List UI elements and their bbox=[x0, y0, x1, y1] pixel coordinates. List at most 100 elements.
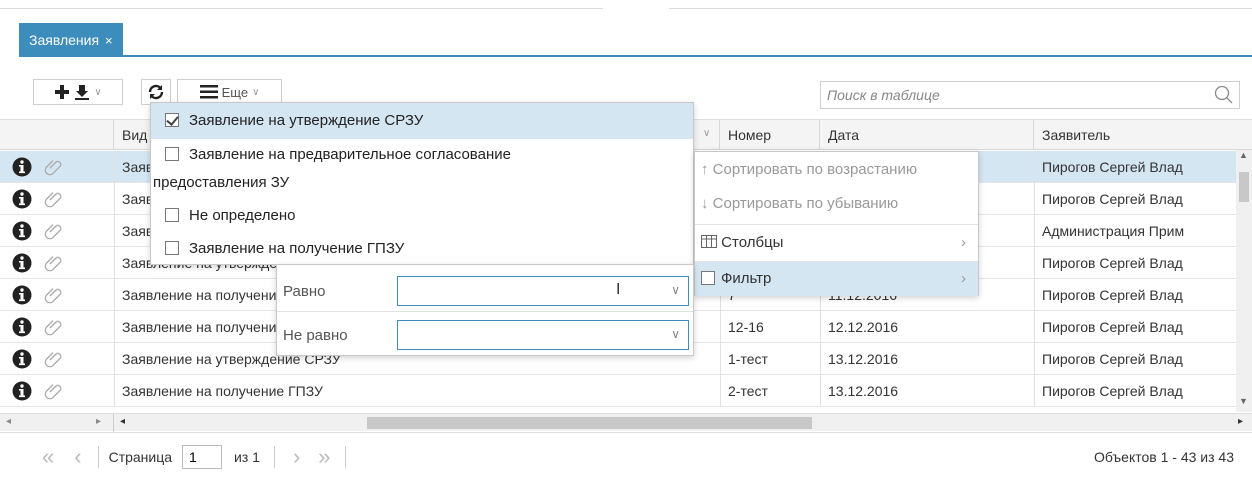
last-page-icon[interactable]: » bbox=[318, 444, 330, 470]
row-actions bbox=[0, 215, 114, 247]
paperclip-icon[interactable] bbox=[44, 253, 64, 273]
download-icon bbox=[75, 85, 90, 100]
menu-icon bbox=[199, 85, 218, 99]
paperclip-icon[interactable] bbox=[44, 221, 64, 241]
scroll-thumb[interactable] bbox=[1239, 172, 1249, 202]
filter-equals-select[interactable]: I ∨ bbox=[397, 276, 689, 306]
vertical-scrollbar[interactable]: ▲ ▼ bbox=[1236, 150, 1252, 412]
tab-bar: Заявления × bbox=[19, 23, 1252, 57]
cell-applicant: Пирогов Сергей Влад bbox=[1042, 255, 1183, 271]
value-option[interactable]: Заявление на получение ГПЗУ bbox=[151, 233, 693, 265]
next-page-icon[interactable]: › bbox=[293, 444, 300, 470]
cell-applicant: Пирогов Сергей Влад bbox=[1042, 287, 1183, 303]
info-icon[interactable] bbox=[12, 381, 32, 401]
pager-divider bbox=[344, 445, 346, 468]
checkbox-icon[interactable] bbox=[165, 241, 179, 255]
text-cursor-icon: I bbox=[616, 281, 621, 298]
arrow-up-icon: ↑ bbox=[701, 161, 709, 178]
scroll-down-icon[interactable]: ▼ bbox=[1239, 396, 1248, 406]
download-button[interactable]: ∨ bbox=[74, 84, 102, 100]
tab-applications[interactable]: Заявления × bbox=[19, 23, 123, 57]
info-icon[interactable] bbox=[12, 317, 32, 337]
columns-item[interactable]: Столбцы › bbox=[695, 225, 978, 261]
page-of-label: из 1 bbox=[234, 448, 260, 465]
sort-desc-label: Сортировать по убыванию bbox=[712, 195, 899, 212]
cell-number: 1-тест bbox=[728, 351, 768, 367]
paperclip-icon[interactable] bbox=[44, 317, 64, 337]
scroll-thumb[interactable] bbox=[367, 417, 812, 429]
checkbox-icon[interactable] bbox=[165, 208, 179, 222]
row-actions bbox=[0, 247, 114, 279]
info-icon[interactable] bbox=[12, 253, 32, 273]
paperclip-icon[interactable] bbox=[44, 285, 64, 305]
paperclip-icon[interactable] bbox=[44, 349, 64, 369]
value-option-label-cont: предоставления ЗУ bbox=[153, 174, 290, 191]
toolbar-add-group: ∨ bbox=[33, 79, 123, 105]
search-input[interactable] bbox=[821, 87, 1209, 103]
chevron-right-icon: › bbox=[961, 270, 966, 287]
chevron-down-icon: ∨ bbox=[252, 86, 260, 98]
search-icon[interactable] bbox=[1209, 85, 1239, 105]
table-search bbox=[820, 81, 1240, 109]
page-label: Страница bbox=[108, 448, 173, 465]
prev-page-icon[interactable]: ‹ bbox=[74, 444, 81, 470]
filter-equals-label: Равно bbox=[283, 283, 326, 300]
row-actions bbox=[0, 279, 114, 311]
cell-applicant: Пирогов Сергей Влад bbox=[1042, 351, 1183, 367]
info-icon[interactable] bbox=[12, 157, 32, 177]
header-number[interactable]: Номер bbox=[720, 120, 820, 150]
cell-applicant: Пирогов Сергей Влад bbox=[1042, 319, 1183, 335]
chevron-down-icon[interactable]: ∨ bbox=[703, 128, 710, 139]
cell-number: 2-тест bbox=[728, 383, 768, 399]
scroll-left-icon[interactable]: ◂ bbox=[120, 416, 125, 427]
cell-date: 12.12.2016 bbox=[828, 319, 899, 335]
paperclip-icon[interactable] bbox=[44, 189, 64, 209]
tab-label: Заявления bbox=[29, 32, 100, 48]
info-icon[interactable] bbox=[12, 221, 32, 241]
scroll-left-icon[interactable]: ◂ bbox=[6, 416, 11, 427]
scroll-right-icon[interactable]: ▸ bbox=[1238, 416, 1243, 427]
chevron-down-icon[interactable]: ∨ bbox=[671, 283, 680, 297]
cell-applicant: Пирогов Сергей Влад bbox=[1042, 383, 1183, 399]
value-option-label: Заявление на утверждение СРЗУ bbox=[189, 112, 424, 129]
column-menu: ↑ Сортировать по возрастанию ↓ Сортирова… bbox=[694, 151, 979, 296]
sort-asc-item[interactable]: ↑ Сортировать по возрастанию bbox=[695, 152, 978, 188]
info-icon[interactable] bbox=[12, 189, 32, 209]
value-option-label: Заявление на предварительное согласовани… bbox=[189, 146, 511, 163]
checkbox-icon[interactable] bbox=[165, 147, 179, 161]
row-actions bbox=[0, 151, 114, 183]
header-applicant[interactable]: Заявитель bbox=[1034, 120, 1252, 150]
chevron-down-icon[interactable]: ∨ bbox=[671, 327, 680, 341]
info-icon[interactable] bbox=[12, 285, 32, 305]
first-page-icon[interactable]: « bbox=[42, 444, 54, 470]
header-actions bbox=[0, 120, 114, 150]
checkbox-checked-icon[interactable] bbox=[165, 113, 179, 127]
value-option[interactable]: Заявление на предварительное согласовани… bbox=[151, 141, 693, 199]
filter-not-equals-select[interactable]: ∨ bbox=[397, 320, 689, 350]
value-option[interactable]: Заявление на утверждение СРЗУ bbox=[151, 103, 693, 139]
filter-item[interactable]: Фильтр › bbox=[695, 262, 978, 296]
pager: « ‹ Страница из 1 › » Объектов 1 - 43 из… bbox=[0, 432, 1252, 480]
table-row[interactable]: Заявление на получение ГПЗУ 2-тест 13.12… bbox=[0, 375, 1252, 407]
add-button[interactable] bbox=[54, 84, 70, 100]
top-divider-gap bbox=[603, 7, 669, 10]
chevron-right-icon: › bbox=[961, 234, 966, 251]
header-date[interactable]: Дата bbox=[820, 120, 1034, 150]
cell-date: 13.12.2016 bbox=[828, 351, 899, 367]
sort-desc-item[interactable]: ↓ Сортировать по убыванию bbox=[695, 186, 978, 222]
close-icon[interactable]: × bbox=[105, 33, 113, 48]
cell-applicant: Пирогов Сергей Влад bbox=[1042, 159, 1183, 175]
value-option[interactable]: Не определено bbox=[151, 201, 693, 231]
page-input[interactable] bbox=[182, 444, 223, 469]
scroll-up-icon[interactable]: ▲ bbox=[1239, 150, 1248, 160]
paperclip-icon[interactable] bbox=[44, 157, 64, 177]
horizontal-scrollbar[interactable]: ◂ ▸ ◂ ▸ bbox=[0, 413, 1252, 432]
paperclip-icon[interactable] bbox=[44, 381, 64, 401]
info-icon[interactable] bbox=[12, 349, 32, 369]
arrow-down-icon: ↓ bbox=[701, 195, 709, 212]
value-dropdown: Заявление на утверждение СРЗУ Заявление … bbox=[150, 102, 694, 265]
checkbox-icon[interactable] bbox=[701, 271, 715, 285]
more-label: Еще bbox=[221, 84, 249, 100]
scroll-right-icon[interactable]: ▸ bbox=[96, 416, 101, 427]
value-option-label: Заявление на получение ГПЗУ bbox=[189, 240, 405, 257]
